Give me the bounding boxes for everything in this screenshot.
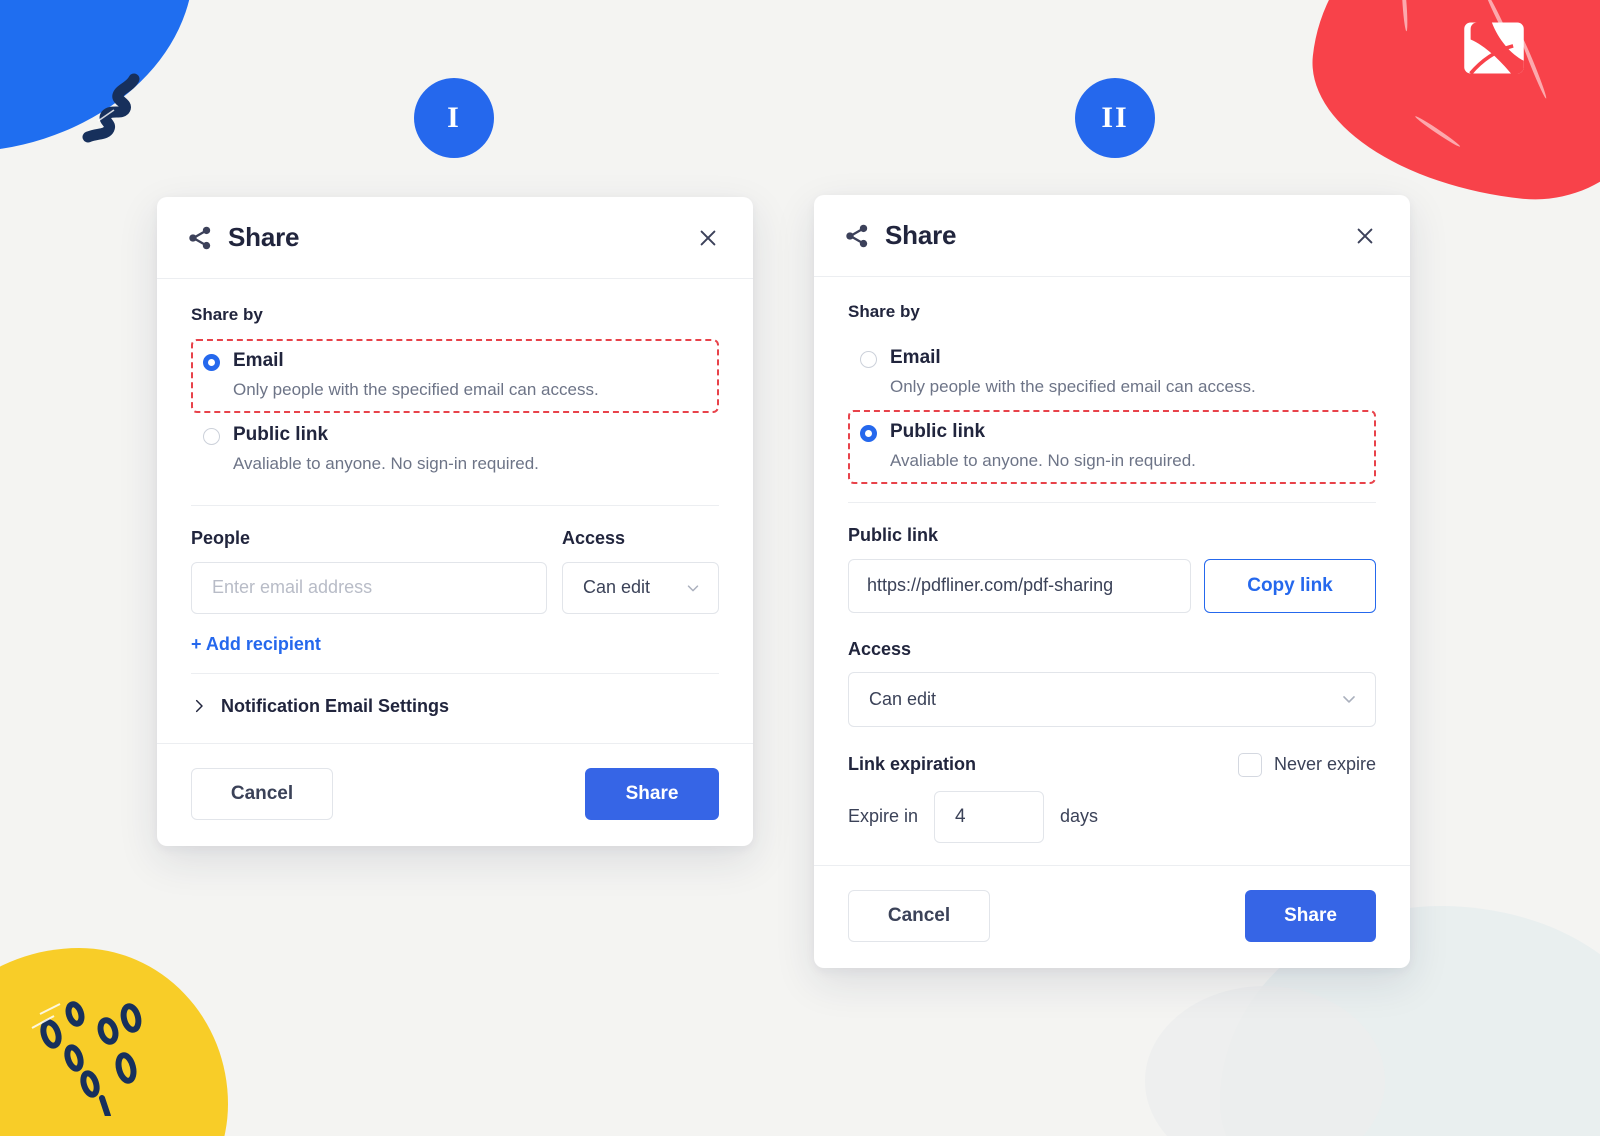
notification-email-settings-label: Notification Email Settings: [221, 695, 450, 716]
radio-option-email-right-description: Only people with the specified email can…: [890, 376, 1256, 396]
step-badge-one: I: [414, 78, 494, 158]
yellow-blob-shape: [0, 948, 228, 1136]
email-input[interactable]: [191, 561, 547, 614]
share-modal-email: Share Share by Email Only people with th…: [157, 197, 753, 846]
public-link-row: Copy link: [848, 558, 1376, 613]
share-icon: [189, 226, 211, 249]
radio-option-email-right-title: Email: [890, 347, 941, 368]
radio-option-email[interactable]: Email Only people with the specified ema…: [191, 339, 719, 413]
radio-option-public-link[interactable]: Public link Avaliable to anyone. No sign…: [191, 413, 719, 487]
modal-header: Share: [157, 197, 753, 279]
access-label: Access: [562, 527, 626, 548]
divider-secondary: [191, 672, 719, 674]
people-access-headers: People Access: [191, 528, 719, 549]
access-dropdown-right[interactable]: Can edit: [848, 671, 1376, 727]
radio-option-email-right-texts: Email Only people with the specified ema…: [890, 346, 1256, 398]
access-dropdown-value: Can edit: [583, 577, 651, 598]
expire-in-row: Expire in days: [848, 790, 1376, 843]
navy-squiggle-doodle: [82, 73, 140, 143]
step-badge-two-label: II: [1101, 101, 1129, 134]
radio-option-public-link-right-description: Avaliable to anyone. No sign-in required…: [890, 450, 1196, 470]
close-icon: [700, 230, 716, 245]
modal-footer: Cancel Share: [157, 742, 753, 846]
modal-title: Share: [228, 222, 300, 252]
radio-indicator-public-link-right: [860, 424, 877, 442]
radio-option-public-link-right-title: Public link: [890, 420, 986, 442]
share-button[interactable]: Share: [585, 767, 719, 820]
radio-option-public-link-right[interactable]: Public link Avaliable to anyone. No sign…: [848, 409, 1376, 484]
modal-body: Share by Email Only people with the spec…: [157, 279, 753, 717]
public-link-label: Public link: [848, 524, 939, 545]
modal-body-right: Share by Email Only people with the spec…: [814, 277, 1410, 865]
chevron-down-icon: [1343, 696, 1355, 703]
modal-title-right: Share: [885, 220, 957, 250]
step-badge-one-label: I: [447, 101, 461, 134]
radio-option-public-link-right-texts: Public link Avaliable to anyone. No sign…: [890, 420, 1196, 472]
public-link-input[interactable]: [848, 558, 1191, 613]
share-button-right[interactable]: Share: [1245, 889, 1376, 942]
radio-option-public-link-description: Avaliable to anyone. No sign-in required…: [233, 453, 539, 473]
never-expire-checkbox[interactable]: [1237, 752, 1262, 777]
modal-footer-right: Cancel Share: [814, 864, 1410, 968]
expire-in-label: Expire in: [848, 806, 919, 827]
radio-option-email-description: Only people with the specified email can…: [233, 379, 599, 399]
close-button-right[interactable]: [1350, 221, 1380, 251]
never-expire-label: Never expire: [1273, 754, 1376, 775]
radio-option-public-link-title: Public link: [233, 423, 329, 445]
share-by-label: Share by: [191, 305, 263, 324]
radio-indicator-public-link: [203, 427, 220, 445]
people-access-row: Can edit: [191, 561, 719, 614]
people-label: People: [191, 527, 251, 548]
radio-indicator-email-right: [860, 351, 877, 368]
link-expiration-header: Link expiration Never expire: [848, 752, 1376, 777]
divider: [191, 504, 719, 506]
navy-rain-doodles: [31, 1001, 142, 1116]
radio-option-email-texts: Email Only people with the specified ema…: [233, 349, 599, 401]
modal-header-right: Share: [814, 195, 1410, 277]
notification-email-settings-toggle[interactable]: Notification Email Settings: [191, 696, 719, 717]
share-by-label-right: Share by: [848, 302, 920, 321]
step-badge-two: II: [1075, 78, 1155, 158]
expire-days-input[interactable]: [934, 790, 1045, 843]
cancel-button[interactable]: Cancel: [191, 767, 333, 820]
radio-option-email-right[interactable]: Email Only people with the specified ema…: [848, 336, 1376, 410]
chevron-down-icon: [687, 585, 699, 592]
radio-option-public-link-texts: Public link Avaliable to anyone. No sign…: [233, 423, 539, 475]
share-icon: [846, 224, 868, 247]
radio-indicator-email: [203, 354, 220, 371]
never-expire-toggle[interactable]: Never expire: [1237, 752, 1376, 777]
close-icon: [1357, 228, 1373, 243]
pdfliner-logo: [1464, 22, 1524, 75]
pale-blob-shape-secondary: [1145, 986, 1385, 1136]
red-blob-shape: [1300, 0, 1600, 213]
link-expiration-label: Link expiration: [848, 754, 977, 775]
access-dropdown[interactable]: Can edit: [562, 561, 719, 614]
add-recipient-button[interactable]: + Add recipient: [191, 634, 321, 655]
close-button[interactable]: [693, 223, 723, 253]
access-dropdown-right-value: Can edit: [869, 688, 937, 709]
access-label-right: Access: [848, 638, 912, 659]
divider-right: [848, 501, 1376, 503]
radio-option-email-title: Email: [233, 350, 284, 371]
chevron-right-icon: [195, 700, 203, 713]
copy-link-button[interactable]: Copy link: [1204, 558, 1376, 613]
blue-blob-shape: [0, 0, 219, 172]
days-label: days: [1060, 806, 1099, 827]
share-modal-public-link: Share Share by Email Only people with th…: [814, 195, 1410, 968]
cancel-button-right[interactable]: Cancel: [848, 889, 990, 942]
